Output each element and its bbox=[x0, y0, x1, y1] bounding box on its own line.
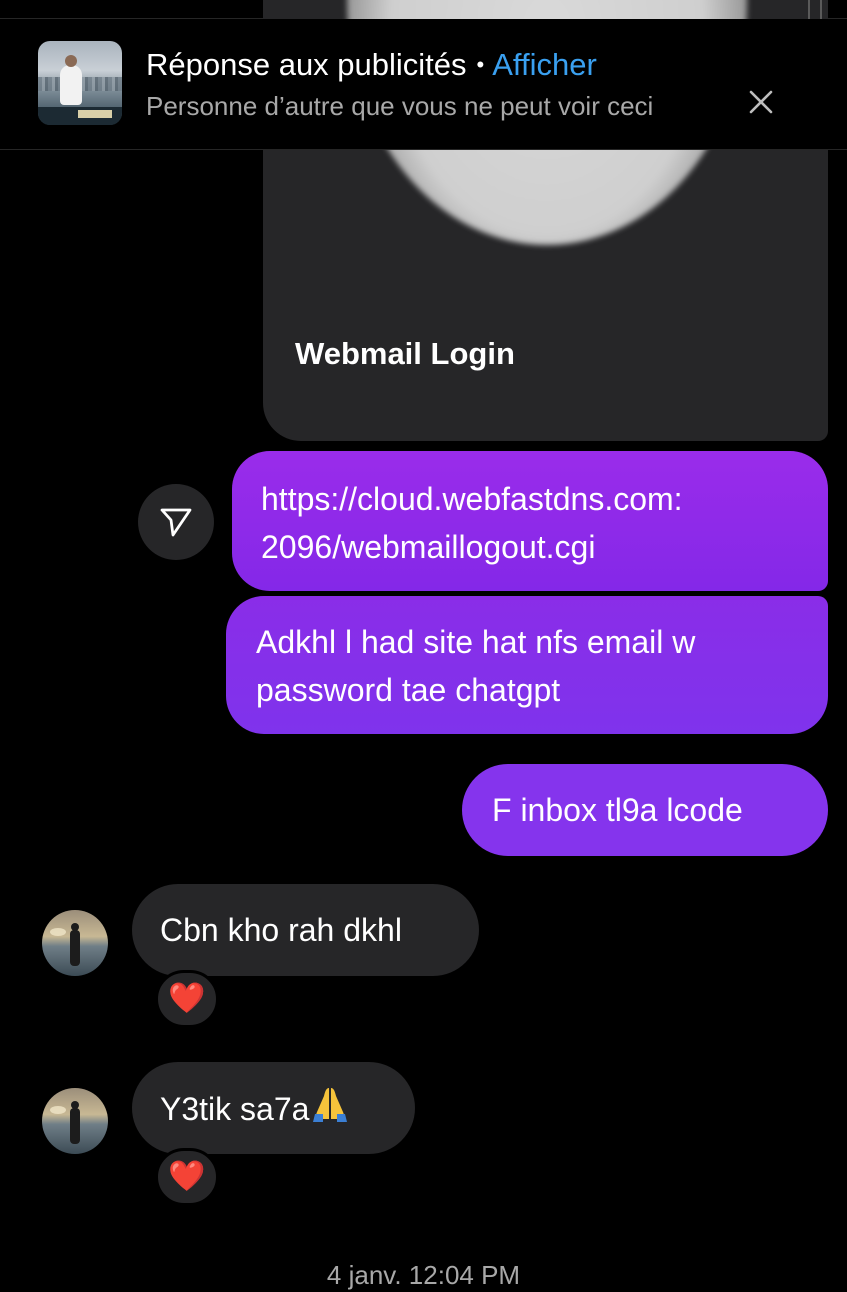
close-icon[interactable] bbox=[746, 87, 776, 117]
heart-reaction-icon[interactable]: ❤️ bbox=[155, 1148, 219, 1206]
ad-thumbnail-image[interactable] bbox=[38, 41, 122, 125]
share-send-icon[interactable] bbox=[138, 484, 214, 560]
avatar[interactable] bbox=[42, 1088, 108, 1154]
sent-message[interactable]: F inbox tl9a lcode bbox=[462, 764, 828, 856]
sent-message[interactable]: Adkhl l had site hat nfs email w passwor… bbox=[226, 596, 828, 734]
ad-reply-header: Réponse aux publicités • Afficher Personne… bbox=[0, 19, 847, 150]
avatar-sunset bbox=[50, 1106, 66, 1114]
avatar-sunset bbox=[50, 928, 66, 936]
heart-reaction-icon[interactable]: ❤️ bbox=[155, 970, 219, 1028]
received-message[interactable]: Y3tik sa7a bbox=[132, 1062, 415, 1154]
sent-message-url[interactable]: https://cloud.webfastdns.com: 2096/webma… bbox=[232, 451, 828, 591]
message-text-line: password tae chatgpt bbox=[256, 672, 561, 708]
message-text-line: Adkhl l had site hat nfs email w bbox=[256, 624, 696, 660]
message-text-line: 2096/webmaillogout.cgi bbox=[261, 529, 596, 565]
message-text: F inbox tl9a lcode bbox=[492, 792, 743, 828]
header-subtitle: Personne d’autre que vous ne peut voir c… bbox=[146, 91, 654, 121]
message-text-line: https://cloud.webfastdns.com: bbox=[261, 481, 683, 517]
message-text: Y3tik sa7a bbox=[160, 1091, 310, 1127]
link-preview-title: Webmail Login bbox=[295, 336, 515, 371]
avatar-person bbox=[70, 923, 80, 966]
thumbnail-person bbox=[60, 55, 82, 105]
praying-hands-emoji bbox=[309, 1084, 351, 1124]
avatar[interactable] bbox=[42, 910, 108, 976]
header-title: Réponse aux publicités bbox=[146, 47, 467, 82]
view-ad-link[interactable]: Afficher bbox=[492, 47, 597, 82]
thumbnail-banner bbox=[38, 107, 122, 125]
avatar-person bbox=[70, 1101, 80, 1144]
header-title-row: Réponse aux publicités • Afficher bbox=[146, 45, 597, 85]
received-message[interactable]: Cbn kho rah dkhl bbox=[132, 884, 479, 976]
header-separator: • bbox=[476, 52, 485, 77]
message-text: Cbn kho rah dkhl bbox=[160, 912, 402, 948]
message-timestamp: 4 janv. 12:04 PM bbox=[326, 1260, 521, 1290]
